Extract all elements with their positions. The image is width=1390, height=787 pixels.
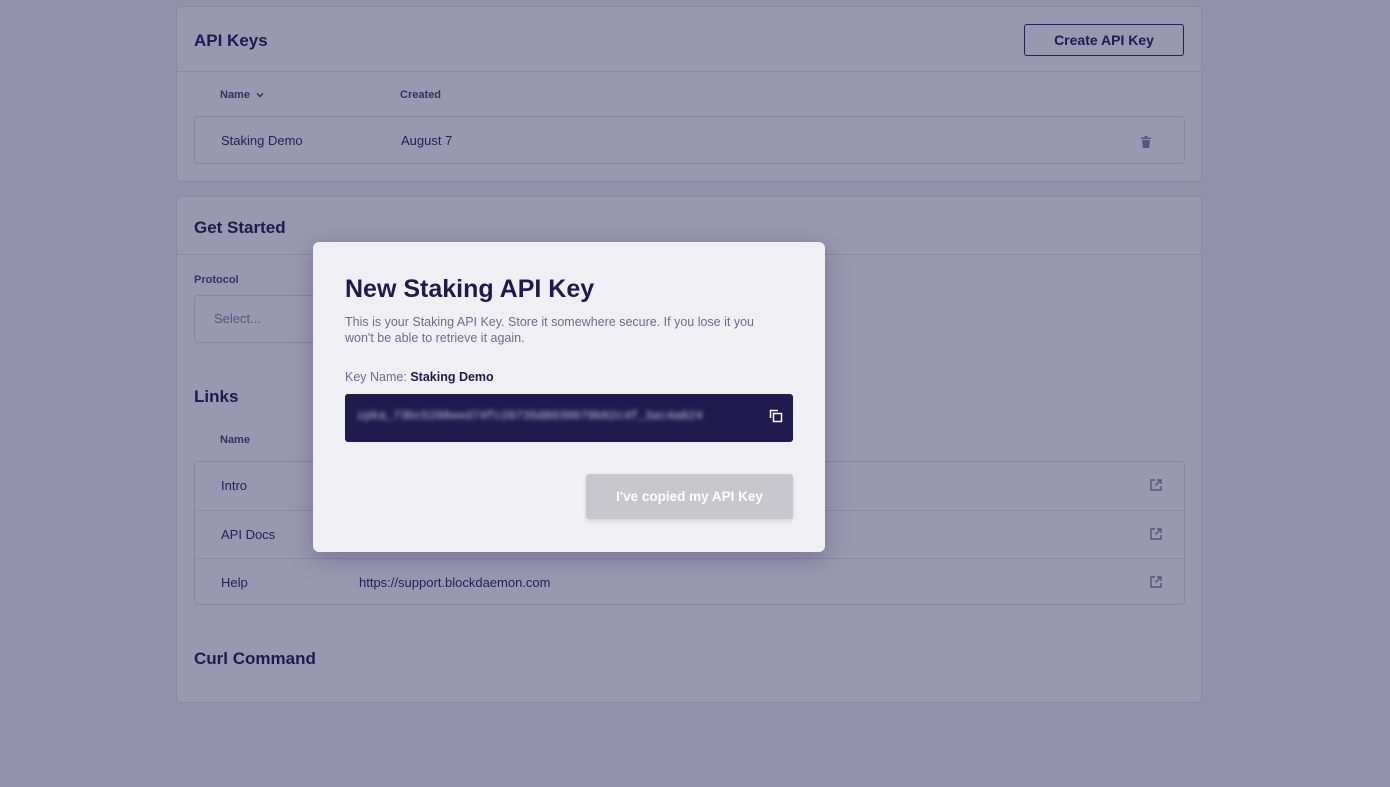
confirm-copied-button[interactable]: I've copied my API Key: [586, 474, 793, 519]
copy-icon[interactable]: [769, 409, 783, 423]
page: API Keys Create API Key Name Created Sta…: [0, 0, 1390, 787]
api-key-display[interactable]: zpka_73bc5208eed74fc28735d8930079b62c4f_…: [345, 394, 793, 442]
api-key-value[interactable]: zpka_73bc5208eed74fc28735d8930079b62c4f_…: [357, 409, 703, 423]
modal-description: This is your Staking API Key. Store it s…: [345, 315, 754, 345]
modal-title: New Staking API Key: [345, 275, 595, 303]
key-name-line: Key Name: Staking Demo: [345, 370, 494, 384]
new-api-key-modal: New Staking API Key This is your Staking…: [313, 242, 825, 552]
key-name-value: Staking Demo: [410, 370, 494, 384]
key-name-label: Key Name:: [345, 370, 407, 384]
